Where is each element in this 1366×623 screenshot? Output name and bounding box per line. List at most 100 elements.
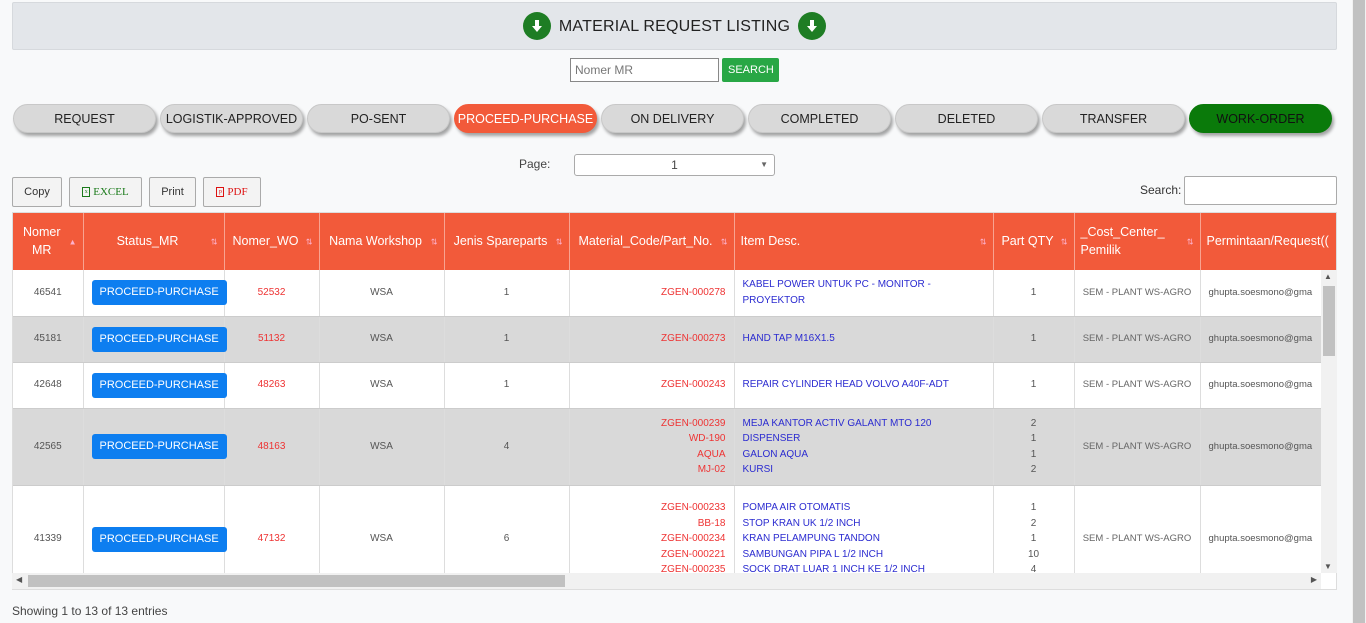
- table-search-input[interactable]: [1184, 176, 1337, 205]
- vertical-scroll-thumb[interactable]: [1323, 286, 1335, 356]
- excel-button[interactable]: x EXCEL: [69, 177, 142, 207]
- cell-qty: 1: [993, 362, 1075, 409]
- copy-button[interactable]: Copy: [12, 177, 62, 207]
- part-qty: 2: [1030, 517, 1037, 529]
- cell-jenis: 4: [444, 408, 570, 486]
- wo-number: 52532: [257, 287, 286, 298]
- cell-jenis: 1: [444, 270, 570, 317]
- table-row[interactable]: 46541 PROCEED-PURCHASE 52532 WSA 1 ZGEN-00027…: [13, 270, 1336, 317]
- item-desc: REPAIR CYLINDER HEAD VOLVO A40F-ADT: [742, 379, 949, 391]
- col-cost-center[interactable]: _Cost_Center_ Pemilik ⇅: [1074, 213, 1201, 270]
- mr-search-input[interactable]: [570, 58, 719, 82]
- cell-nomer-mr: 42648: [13, 362, 84, 409]
- tab-deleted[interactable]: DELETED: [895, 104, 1038, 133]
- item-desc: HAND TAP M16X1.5: [742, 333, 835, 345]
- scroll-left-icon[interactable]: ◀: [16, 575, 22, 584]
- cell-cost-center: SEM - PLANT WS-AGRO: [1074, 408, 1201, 486]
- jenis-count: 1: [503, 287, 510, 298]
- page-select[interactable]: 1 ▼: [574, 154, 775, 176]
- tab-po-sent[interactable]: PO-SENT: [307, 104, 450, 133]
- cell-status: PROCEED-PURCHASE: [83, 362, 227, 409]
- tab-request[interactable]: REQUEST: [13, 104, 156, 133]
- scroll-down-icon[interactable]: ▼: [1324, 562, 1332, 571]
- status-button[interactable]: PROCEED-PURCHASE: [91, 526, 227, 552]
- cell-cost-center: SEM - PLANT WS-AGRO: [1074, 270, 1201, 317]
- cell-item-desc: MEJA KANTOR ACTIV GALANT MTO 120 DISPENSE…: [734, 408, 994, 486]
- mr-table-container: Nomer MR ▲ Status_MR ⇅ Nomer_WO ⇅ Nama Work…: [12, 212, 1337, 590]
- table-row[interactable]: 42648 PROCEED-PURCHASE 48263 WSA 1 ZGEN-00024…: [13, 362, 1336, 409]
- sort-icon: ⇅: [720, 236, 728, 246]
- tab-proceed-purchase[interactable]: PROCEED-PURCHASE: [454, 104, 597, 133]
- col-status-mr[interactable]: Status_MR ⇅: [83, 213, 225, 270]
- cell-jenis: 1: [444, 362, 570, 409]
- cell-qty: 2 1 1 2: [993, 408, 1075, 486]
- print-button[interactable]: Print: [149, 177, 196, 207]
- col-nomer-wo[interactable]: Nomer_WO ⇅: [224, 213, 320, 270]
- cell-request: ghupta.soesmono@gma: [1200, 408, 1336, 486]
- workshop-name: WSA: [370, 440, 393, 452]
- status-button[interactable]: PROCEED-PURCHASE: [91, 326, 227, 352]
- page-scrollbar[interactable]: [1352, 0, 1366, 623]
- col-nomer-mr[interactable]: Nomer MR ▲: [13, 213, 84, 270]
- tab-on-delivery[interactable]: ON DELIVERY: [601, 104, 744, 133]
- pdf-button[interactable]: p PDF: [203, 177, 261, 207]
- col-jenis-spareparts[interactable]: Jenis Spareparts ⇅: [444, 213, 570, 270]
- cell-item-desc: HAND TAP M16X1.5: [734, 316, 994, 363]
- table-vertical-scrollbar[interactable]: ▲ ▼: [1321, 270, 1337, 573]
- col-nama-workshop[interactable]: Nama Workshop ⇅: [319, 213, 445, 270]
- table-search-label: Search:: [1140, 183, 1182, 197]
- cell-nomer-wo: 48163: [224, 408, 320, 486]
- part-qty: 10: [1027, 548, 1040, 560]
- sort-icon: ▲: [68, 236, 77, 246]
- material-code: ZGEN-000234: [661, 533, 726, 545]
- cost-center: SEM - PLANT WS-AGRO: [1082, 533, 1192, 545]
- table-row[interactable]: 42565 PROCEED-PURCHASE 48163 WSA 4 ZGEN-00023…: [13, 408, 1336, 486]
- material-code: MJ-02: [697, 464, 726, 475]
- tab-transfer[interactable]: TRANSFER: [1042, 104, 1185, 133]
- workshop-name: WSA: [370, 533, 393, 545]
- table-body: 46541 PROCEED-PURCHASE 52532 WSA 1 ZGEN-00027…: [13, 270, 1336, 589]
- page-header: MATERIAL REQUEST LISTING: [12, 2, 1337, 50]
- col-nomer-mr-label: Nomer MR: [22, 225, 61, 257]
- sort-icon: ⇅: [555, 236, 563, 246]
- tab-work-order[interactable]: WORK-ORDER: [1189, 104, 1332, 133]
- material-code: AQUA: [697, 448, 726, 460]
- col-material-code-label: Material_Code/Part_No.: [578, 233, 713, 248]
- cell-nomer-mr: 46541: [13, 270, 84, 317]
- requester-email: ghupta.soesmono@gma: [1208, 333, 1313, 345]
- cost-center: SEM - PLANT WS-AGRO: [1082, 379, 1192, 391]
- mr-number: 45181: [33, 333, 62, 345]
- part-qty: 1: [1030, 502, 1037, 514]
- cell-status: PROCEED-PURCHASE: [83, 316, 227, 363]
- tab-logistik-approved[interactable]: LOGISTIK-APPROVED: [160, 104, 303, 133]
- cost-center: SEM - PLANT WS-AGRO: [1082, 287, 1192, 298]
- cell-request: ghupta.soesmono@gma: [1200, 316, 1336, 363]
- page-scrollbar-thumb[interactable]: [1353, 0, 1365, 623]
- table-row[interactable]: 45181 PROCEED-PURCHASE 51132 WSA 1 ZGEN-00027…: [13, 316, 1336, 363]
- col-part-qty[interactable]: Part QTY ⇅: [993, 213, 1075, 270]
- arrow-down-circle-icon: [522, 12, 551, 40]
- wo-number: 48163: [257, 440, 286, 452]
- col-item-desc[interactable]: Item Desc. ⇅: [734, 213, 994, 270]
- excel-file-icon: x: [82, 187, 91, 197]
- scroll-right-icon[interactable]: ▶: [1311, 575, 1317, 584]
- status-button[interactable]: PROCEED-PURCHASE: [91, 434, 227, 459]
- cell-request: ghupta.soesmono@gma: [1200, 362, 1336, 409]
- item-desc: SAMBUNGAN PIPA L 1/2 INCH: [742, 548, 884, 560]
- sort-icon: ⇅: [1186, 236, 1194, 246]
- status-button[interactable]: PROCEED-PURCHASE: [91, 372, 227, 398]
- scroll-up-icon[interactable]: ▲: [1324, 272, 1332, 281]
- tab-completed[interactable]: COMPLETED: [748, 104, 891, 133]
- cell-nomer-mr: 45181: [13, 316, 84, 363]
- workshop-name: WSA: [370, 379, 393, 391]
- cell-workshop: WSA: [319, 362, 445, 409]
- col-material-code[interactable]: Material_Code/Part_No. ⇅: [569, 213, 735, 270]
- jenis-count: 6: [503, 533, 510, 545]
- horizontal-scroll-thumb[interactable]: [28, 575, 565, 587]
- status-button[interactable]: PROCEED-PURCHASE: [91, 280, 227, 306]
- material-code: ZGEN-000239: [661, 417, 726, 429]
- search-button[interactable]: SEARCH: [722, 58, 779, 82]
- col-request[interactable]: Permintaan/Request((: [1200, 213, 1336, 270]
- table-horizontal-scrollbar[interactable]: ◀ ▶: [12, 573, 1321, 589]
- cell-workshop: WSA: [319, 408, 445, 486]
